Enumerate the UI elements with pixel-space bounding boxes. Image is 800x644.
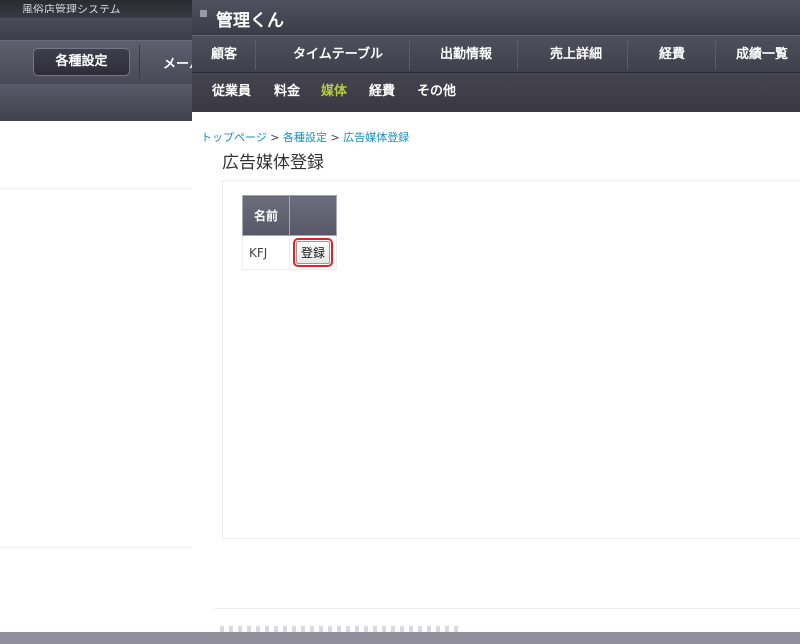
titlebar: 管理くん [192,0,800,35]
nav-item-sales-detail[interactable]: 売上詳細 [532,36,620,73]
media-table: 名前 KFJ 登録 [242,195,337,270]
nav-separator [517,40,518,70]
table-header-row: 名前 [242,195,337,236]
main-window: 管理くん 顧客 タイムテーブル 出勤情報 売上詳細 経費 成績一覧 従業員 料金… [192,0,800,644]
subnav-item-other[interactable]: その他 [417,73,456,111]
app-title: 管理くん [216,11,284,31]
breadcrumb-settings-link[interactable]: 各種設定 [283,131,327,144]
media-name-cell: KFJ [242,235,290,270]
nav-separator [409,40,410,70]
column-header-action [289,195,337,236]
subnav-item-expenses[interactable]: 経費 [369,73,395,111]
nav-separator [715,40,716,70]
nav-item-customers[interactable]: 顧客 [198,36,250,73]
nav-item-results[interactable]: 成績一覧 [736,36,800,73]
sub-nav: 従業員 料金 媒体 経費 その他 [192,73,800,112]
background-nav-settings-button[interactable]: 各種設定 [33,48,130,76]
breadcrumb-separator: > [270,131,280,144]
breadcrumb-current-link[interactable]: 広告媒体登録 [343,131,409,144]
background-nav-separator [139,45,140,79]
subnav-item-fees[interactable]: 料金 [274,73,300,111]
action-cell: 登録 [289,235,337,270]
nav-item-attendance[interactable]: 出勤情報 [422,36,510,73]
page-title: 広告媒体登録 [222,153,324,173]
breadcrumb-home-link[interactable]: トップページ [201,131,267,144]
nav-item-expenses[interactable]: 経費 [642,36,702,73]
table-row: KFJ 登録 [242,235,337,270]
background-app-title: 風俗店管理システム [22,3,121,13]
register-button[interactable]: 登録 [292,238,334,267]
subnav-item-media[interactable]: 媒体 [321,73,347,111]
breadcrumb: トップページ > 各種設定 > 広告媒体登録 [201,129,409,145]
main-nav: 顧客 タイムテーブル 出勤情報 売上詳細 経費 成績一覧 [192,35,800,73]
nav-separator [627,40,628,70]
window-menu-icon[interactable] [200,10,207,17]
nav-item-timetable[interactable]: タイムテーブル [278,36,398,73]
column-header-name: 名前 [242,195,290,236]
background-divider [0,188,200,189]
bottom-strip [0,632,800,644]
footer-divider [214,608,800,609]
subnav-item-employees[interactable]: 従業員 [212,73,251,111]
breadcrumb-separator: > [330,131,340,144]
background-divider [0,547,200,548]
nav-separator [255,40,256,70]
